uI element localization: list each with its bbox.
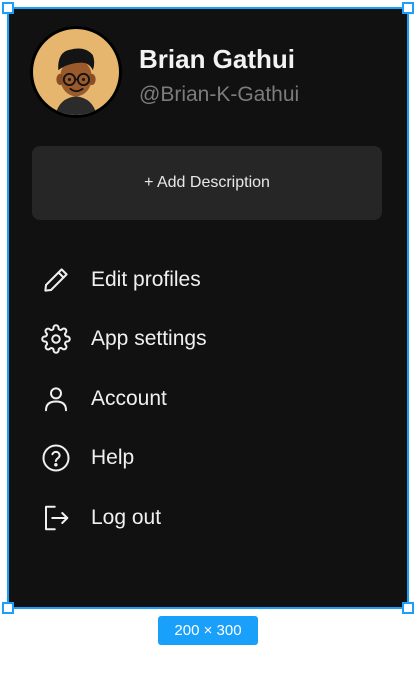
menu-item-account[interactable]: Account [40,377,380,421]
user-icon [40,383,72,415]
user-name: Brian Gathui [139,44,296,74]
add-description-button[interactable]: + Add Description [32,146,382,220]
resize-handle-bottom-left[interactable] [2,602,14,614]
menu-item-log-out[interactable]: Log out [40,496,380,540]
avatar-cartoon-icon [55,48,97,115]
resize-handle-top-left[interactable] [2,2,14,14]
user-handle: @Brian-K-Gathui [139,83,300,106]
menu-item-label: Account [91,387,167,410]
resize-handle-bottom-right[interactable] [402,602,414,614]
menu-item-label: Log out [91,506,162,529]
pencil-icon [40,264,72,296]
menu-item-label: Help [91,446,135,469]
menu-item-app-settings[interactable]: App settings [40,317,380,361]
menu-item-label: Edit profiles [91,268,201,291]
menu-item-help[interactable]: Help [40,436,380,480]
menu-item-label: App settings [91,327,207,350]
resize-handle-top-right[interactable] [402,2,414,14]
frame-size-badge: 200 × 300 [158,616,258,645]
gear-icon [40,323,72,355]
avatar[interactable] [30,26,122,118]
help-circle-icon [40,442,72,474]
logout-icon [40,502,72,534]
profile-menu-frame: Brian Gathui @Brian-K-Gathui + Add Descr… [8,8,408,608]
menu-item-edit-profiles[interactable]: Edit profiles [40,258,380,302]
